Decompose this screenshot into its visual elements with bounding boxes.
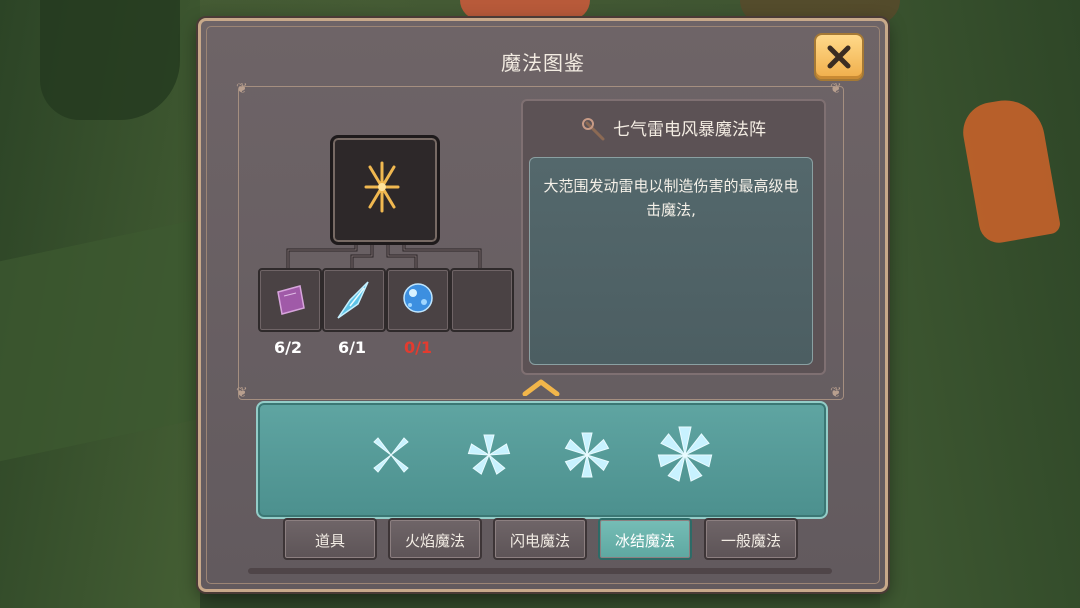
- frame-corner-ornament: ❦: [830, 81, 842, 97]
- ice-flower-6-icon: [564, 432, 610, 478]
- material-count-3: 0/1: [403, 338, 433, 357]
- material-slot-3[interactable]: [386, 268, 450, 332]
- close-icon: [827, 45, 851, 69]
- tab-general-magic[interactable]: 一般魔法: [704, 518, 798, 560]
- material-slot-1[interactable]: [258, 268, 322, 332]
- ice-flower-7-icon: [657, 426, 713, 482]
- lightning-rune-icon: [364, 161, 400, 213]
- tree-shadow: [40, 0, 180, 120]
- material-slot-2[interactable]: [322, 268, 386, 332]
- spell-info-box: 七气雷电风暴魔法阵 大范围发动雷电以制造伤害的最高级电击魔法,: [521, 99, 826, 375]
- spell-result-slot[interactable]: [330, 135, 440, 245]
- creature-top: [460, 0, 590, 20]
- ice-flower-5-icon: [467, 434, 511, 475]
- chevron-up-icon[interactable]: [521, 378, 561, 396]
- spell-name-row: 七气雷电风暴魔法阵: [523, 115, 824, 143]
- terrain-block: [0, 218, 200, 462]
- spell-list-item-1[interactable]: [356, 420, 426, 490]
- tab-fire-magic[interactable]: 火焰魔法: [388, 518, 482, 560]
- spell-name: 七气雷电风暴魔法阵: [613, 120, 766, 140]
- frame-corner-ornament: ❦: [236, 81, 248, 97]
- material-count-2: 6/1: [337, 338, 367, 357]
- ice-shard-icon: [337, 281, 369, 319]
- tree-foliage-right: [880, 0, 1080, 608]
- panel-title: 魔法图鉴: [501, 51, 585, 75]
- frame-corner-ornament: ❦: [830, 385, 842, 401]
- material-count-1: 6/2: [273, 338, 303, 357]
- close-button[interactable]: [814, 33, 864, 81]
- ice-flower-4-icon: [373, 437, 409, 473]
- tab-lightning-magic[interactable]: 闪电魔法: [493, 518, 587, 560]
- spell-list-item-4[interactable]: [650, 420, 720, 490]
- spell-list-item-3[interactable]: [552, 420, 622, 490]
- tab-items[interactable]: 道具: [283, 518, 377, 560]
- spell-description: 大范围发动雷电以制造伤害的最高级电击魔法,: [529, 157, 813, 365]
- material-slot-4-empty[interactable]: [450, 268, 514, 332]
- purple-crystal-icon: [277, 285, 305, 315]
- panel-footer-bar: [248, 568, 832, 574]
- blue-orb-icon: [403, 283, 433, 313]
- spell-list-panel: [256, 401, 828, 519]
- frame-corner-ornament: ❦: [236, 385, 248, 401]
- tab-ice-magic[interactable]: 冰结魔法: [598, 518, 692, 560]
- staff-icon: [582, 118, 605, 141]
- spell-list-item-2[interactable]: [454, 420, 524, 490]
